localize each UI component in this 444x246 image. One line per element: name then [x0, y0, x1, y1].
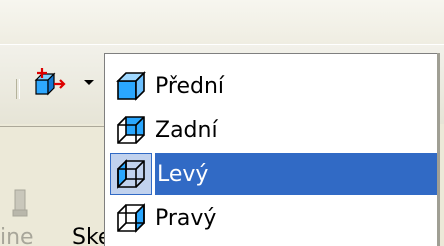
selection-highlight: Levý — [155, 153, 437, 195]
menu-item-label: Levý — [157, 161, 209, 187]
view-dropdown-menu: Přední Zadní Levý Pravý — [104, 53, 437, 246]
panel-divider — [0, 126, 104, 127]
menu-item-left[interactable]: Levý — [110, 153, 437, 195]
menu-item-right[interactable]: Pravý — [111, 197, 437, 239]
left-view-cube-icon — [110, 153, 152, 195]
disabled-tool-icon — [10, 188, 32, 220]
toolbar-separator — [16, 79, 20, 99]
background-label-left: ine — [0, 225, 34, 246]
menu-item-back[interactable]: Zadní — [111, 109, 437, 151]
title-area — [0, 0, 444, 44]
menu-item-label: Pravý — [155, 205, 217, 231]
dropdown-arrow-icon[interactable] — [82, 74, 96, 88]
right-view-cube-icon — [111, 198, 151, 238]
view-cube-orbit-icon[interactable] — [28, 64, 68, 102]
back-view-cube-icon — [111, 110, 151, 150]
menu-item-front[interactable]: Přední — [111, 65, 437, 107]
menu-item-label: Přední — [155, 73, 224, 99]
menu-item-label: Zadní — [155, 117, 218, 143]
front-view-cube-icon — [111, 66, 151, 106]
